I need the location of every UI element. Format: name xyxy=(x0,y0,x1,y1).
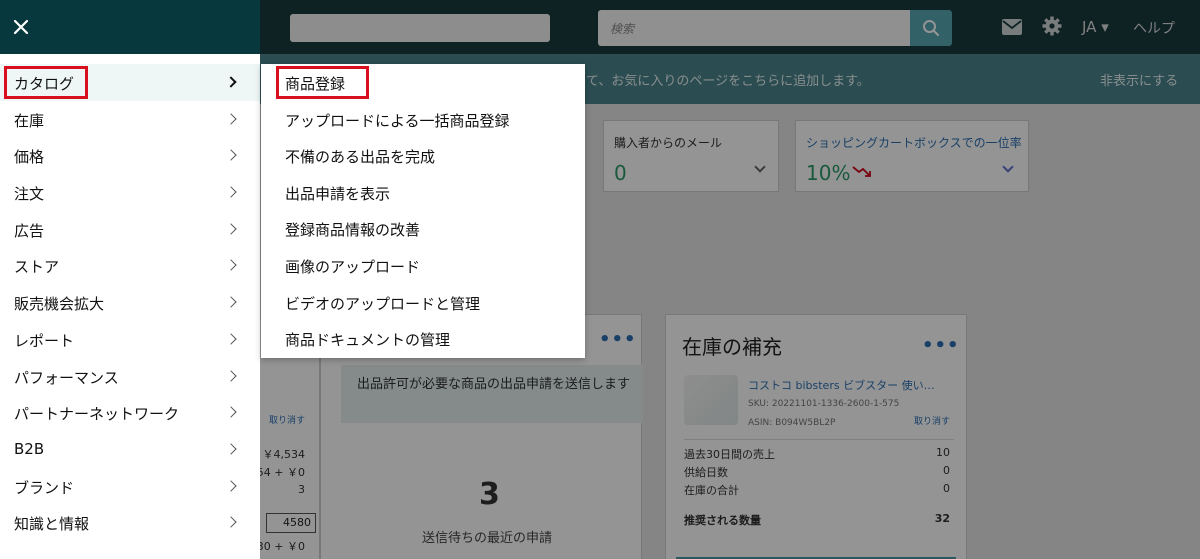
sidebar-menu: カタログ 在庫 価格 注文 広告 ストア 販売機会拡大 レポート パフォーマンス… xyxy=(0,0,260,559)
submenu-item-label: ビデオのアップロードと管理 xyxy=(285,294,481,313)
chevron-right-icon xyxy=(225,443,237,455)
chevron-right-icon xyxy=(225,76,237,88)
sidebar-item-label: レポート xyxy=(14,331,75,350)
sidebar-item-label: B2B xyxy=(14,439,45,458)
chevron-right-icon xyxy=(225,516,237,528)
sidebar-item-reports[interactable]: レポート xyxy=(0,321,260,358)
sidebar-item-inventory[interactable]: 在庫 xyxy=(0,101,260,138)
sidebar-item-label: 販売機会拡大 xyxy=(14,295,105,314)
submenu-item-view-applications[interactable]: 出品申請を表示 xyxy=(261,174,585,211)
submenu-item-label: 出品申請を表示 xyxy=(285,184,391,203)
sidebar-item-learn[interactable]: 知識と情報 xyxy=(0,504,260,541)
sidebar-item-label: パフォーマンス xyxy=(14,368,119,387)
submenu-item-improve-listings[interactable]: 登録商品情報の改善 xyxy=(261,210,585,247)
sidebar-item-advertising[interactable]: 広告 xyxy=(0,211,260,248)
sidebar-item-label: 価格 xyxy=(14,148,45,167)
sidebar-item-brands[interactable]: ブランド xyxy=(0,468,260,505)
submenu-item-upload-videos[interactable]: ビデオのアップロードと管理 xyxy=(261,284,585,321)
chevron-right-icon xyxy=(225,296,237,308)
sidebar-item-label: 知識と情報 xyxy=(14,515,90,534)
catalog-submenu: 商品登録 アップロードによる一括商品登録 不備のある出品を完成 出品申請を表示 … xyxy=(261,64,585,358)
chevron-right-icon xyxy=(225,186,237,198)
submenu-list: 商品登録 アップロードによる一括商品登録 不備のある出品を完成 出品申請を表示 … xyxy=(261,64,585,357)
submenu-item-add-products[interactable]: 商品登録 xyxy=(261,64,585,101)
sidebar-item-label: ブランド xyxy=(14,478,75,497)
sidebar-item-orders[interactable]: 注文 xyxy=(0,174,260,211)
submenu-item-label: アップロードによる一括商品登録 xyxy=(285,111,510,130)
submenu-item-manage-documents[interactable]: 商品ドキュメントの管理 xyxy=(261,320,585,357)
submenu-item-complete-drafts[interactable]: 不備のある出品を完成 xyxy=(261,137,585,174)
chevron-right-icon xyxy=(225,333,237,345)
sidebar-item-stores[interactable]: ストア xyxy=(0,247,260,284)
chevron-right-icon xyxy=(225,479,237,492)
sidebar-item-partner-network[interactable]: パートナーネットワーク xyxy=(0,394,260,431)
sidebar-item-b2b[interactable]: B2B xyxy=(0,431,260,468)
sidebar-list: カタログ 在庫 価格 注文 広告 ストア 販売機会拡大 レポート パフォーマンス… xyxy=(0,64,260,541)
sidebar-item-label: 在庫 xyxy=(14,111,45,130)
sidebar-item-label: 注文 xyxy=(14,185,45,204)
close-button[interactable] xyxy=(8,14,34,40)
chevron-right-icon xyxy=(225,223,237,235)
close-icon xyxy=(13,19,29,35)
sidebar-item-catalog[interactable]: カタログ xyxy=(0,64,260,101)
sidebar-item-label: パートナーネットワーク xyxy=(14,405,180,424)
chevron-right-icon xyxy=(225,259,237,272)
submenu-item-label: 画像のアップロード xyxy=(285,257,421,276)
sidebar-item-performance[interactable]: パフォーマンス xyxy=(0,358,260,395)
submenu-item-bulk-upload[interactable]: アップロードによる一括商品登録 xyxy=(261,101,585,138)
submenu-item-upload-images[interactable]: 画像のアップロード xyxy=(261,247,585,284)
submenu-item-label: 登録商品情報の改善 xyxy=(285,221,421,240)
submenu-item-label: 商品ドキュメントの管理 xyxy=(285,331,451,350)
sidebar-item-label: ストア xyxy=(14,258,60,277)
chevron-right-icon xyxy=(225,369,237,382)
sidebar-header xyxy=(0,0,260,54)
chevron-right-icon xyxy=(225,406,237,418)
sidebar-item-label: カタログ xyxy=(14,75,75,93)
chevron-right-icon xyxy=(225,149,237,162)
submenu-item-label: 商品登録 xyxy=(285,75,346,93)
submenu-item-label: 不備のある出品を完成 xyxy=(285,148,436,167)
chevron-right-icon xyxy=(225,113,237,125)
sidebar-item-label: 広告 xyxy=(14,221,45,240)
sidebar-item-growth[interactable]: 販売機会拡大 xyxy=(0,284,260,321)
sidebar-item-pricing[interactable]: 価格 xyxy=(0,137,260,174)
